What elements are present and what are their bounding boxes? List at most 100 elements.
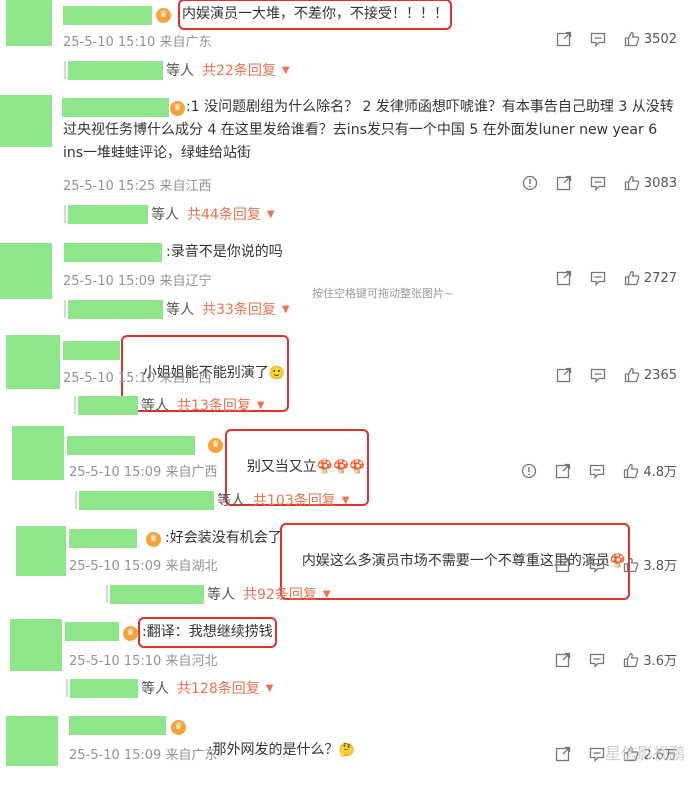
comment-icon[interactable] <box>589 652 605 668</box>
reply-etc: 等人 <box>141 681 169 697</box>
comment-icon[interactable] <box>589 746 605 762</box>
share-icon[interactable] <box>556 270 572 286</box>
watermark: 星信影视鹏 <box>604 744 685 763</box>
reply-username[interactable] <box>70 678 138 698</box>
avatar[interactable] <box>6 335 60 389</box>
crown-badge-icon: ♛ <box>156 8 171 23</box>
comment-icon[interactable] <box>589 557 605 573</box>
reply-username[interactable] <box>110 584 204 604</box>
avatar[interactable] <box>6 716 58 766</box>
comment-text: 内娱演员一大堆，不差你，不接受！！！！ <box>178 0 452 30</box>
report-icon[interactable] <box>522 175 538 191</box>
username[interactable] <box>65 622 119 641</box>
like-icon[interactable] <box>624 175 640 191</box>
like-icon[interactable] <box>624 270 640 286</box>
like-button[interactable]: 2727 <box>624 270 677 286</box>
comment-meta: 25-5-10 15:10 来自河北 <box>69 654 218 669</box>
comment-5: ♛ 别又当又立🍄🍄🍄 25-5-10 15:09 来自广西 4.8万 等人 共1… <box>0 424 689 516</box>
comment-meta: 25-5-10 15:09 来自广西 <box>69 465 218 480</box>
comment-icon[interactable] <box>590 270 606 286</box>
reply-summary[interactable]: 等人 共44条回复 ▼ <box>64 204 275 224</box>
username[interactable] <box>69 529 137 548</box>
like-count: 3083 <box>643 175 677 191</box>
avatar[interactable] <box>16 526 66 576</box>
reply-summary[interactable]: 等人 共128条回复 ▼ <box>66 678 273 698</box>
reply-username[interactable] <box>68 204 148 224</box>
smile-emoji-icon: 🙂 <box>268 366 285 381</box>
avatar[interactable] <box>6 0 52 46</box>
username[interactable] <box>67 436 195 455</box>
reply-summary[interactable]: 等人 共103条回复 ▼ <box>75 490 349 510</box>
avatar[interactable] <box>0 243 52 299</box>
view-replies-link[interactable]: 共22条回复 <box>202 60 276 80</box>
like-button[interactable]: 3.8万 <box>623 555 677 574</box>
reply-divider <box>75 491 77 509</box>
reply-divider <box>64 300 66 318</box>
comment-icon[interactable] <box>590 31 606 47</box>
comment-text-content: 别又当又立 <box>246 459 317 475</box>
username[interactable] <box>63 6 152 25</box>
report-icon[interactable] <box>521 463 537 479</box>
like-button[interactable]: 4.8万 <box>623 461 677 480</box>
comment-actions: 4.8万 <box>521 461 677 480</box>
share-icon[interactable] <box>556 367 572 383</box>
username[interactable] <box>63 341 120 360</box>
avatar[interactable] <box>12 426 64 480</box>
view-replies-link[interactable]: 共13条回复 <box>177 395 251 415</box>
username[interactable] <box>69 716 166 735</box>
thinking-emoji-icon: 🤔 <box>338 743 355 758</box>
reply-summary[interactable]: 等人 共92条回复 ▼ <box>106 584 331 604</box>
share-icon[interactable] <box>555 463 571 479</box>
reply-summary[interactable]: 等人 共22条回复 ▼ <box>64 60 290 80</box>
like-icon[interactable] <box>624 367 640 383</box>
share-icon[interactable] <box>556 175 572 191</box>
dropdown-caret-icon[interactable]: ▼ <box>257 400 265 411</box>
dropdown-caret-icon[interactable]: ▼ <box>282 65 290 76</box>
reply-username[interactable] <box>78 395 138 415</box>
reply-divider <box>64 205 66 223</box>
like-icon[interactable] <box>623 652 639 668</box>
view-replies-link[interactable]: 共44条回复 <box>187 204 261 224</box>
like-button[interactable]: 3502 <box>624 31 677 47</box>
dropdown-caret-icon[interactable]: ▼ <box>266 683 274 694</box>
reply-divider <box>64 61 66 79</box>
comment-icon[interactable] <box>590 175 606 191</box>
comment-actions: 3502 <box>556 31 677 47</box>
share-icon[interactable] <box>556 31 572 47</box>
comment-actions: 3.6万 <box>555 650 677 669</box>
reply-username[interactable] <box>79 490 214 510</box>
reply-username[interactable] <box>68 299 163 319</box>
crown-badge-icon: ♛ <box>171 720 186 735</box>
view-replies-link[interactable]: 共92条回复 <box>243 584 317 604</box>
comment-meta: 25-5-10 15:09 来自湖北 <box>69 559 218 574</box>
dropdown-caret-icon[interactable]: ▼ <box>323 589 331 600</box>
avatar[interactable] <box>0 95 52 147</box>
dropdown-caret-icon[interactable]: ▼ <box>342 495 350 506</box>
view-replies-link[interactable]: 共33条回复 <box>202 299 276 319</box>
like-button[interactable]: 3083 <box>624 175 677 191</box>
avatar[interactable] <box>10 619 62 671</box>
dropdown-caret-icon[interactable]: ▼ <box>282 304 290 315</box>
view-replies-link[interactable]: 共128条回复 <box>177 678 260 698</box>
reply-username[interactable] <box>68 60 163 80</box>
like-icon[interactable] <box>624 31 640 47</box>
reply-summary[interactable]: 等人 共13条回复 ▼ <box>74 395 265 415</box>
like-icon[interactable] <box>623 463 639 479</box>
like-button[interactable]: 2365 <box>624 367 677 383</box>
reply-etc: 等人 <box>166 63 194 79</box>
crown-badge-icon: ♛ <box>146 532 161 547</box>
comment-4: 小姐姐能不能别演了🙂 25-5-10 15:10 来自广西 2365 等人 共1… <box>0 332 689 424</box>
view-replies-link[interactable]: 共103条回复 <box>253 490 336 510</box>
like-button[interactable]: 3.6万 <box>623 650 677 669</box>
dropdown-caret-icon[interactable]: ▼ <box>267 209 275 220</box>
comment-icon[interactable] <box>589 463 605 479</box>
crown-badge-icon: ♛ <box>208 438 223 453</box>
share-icon[interactable] <box>555 652 571 668</box>
reply-summary[interactable]: 等人 共33条回复 ▼ <box>64 299 290 319</box>
like-icon[interactable] <box>623 557 639 573</box>
share-icon[interactable] <box>555 557 571 573</box>
comment-8: ♛ :那外网发的是什么？🤔 25-5-10 15:09 来自广东 2.6万 <box>0 708 689 766</box>
comment-icon[interactable] <box>590 367 606 383</box>
username[interactable] <box>64 243 162 262</box>
share-icon[interactable] <box>555 746 571 762</box>
